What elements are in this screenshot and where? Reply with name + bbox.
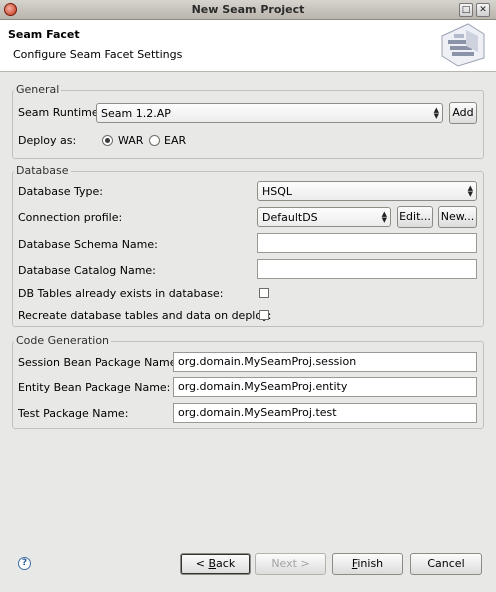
test-package-label: Test Package Name: [18, 407, 129, 420]
combo-arrows-icon: ▲ ▼ [433, 106, 439, 120]
session-package-input[interactable]: org.domain.MySeamProj.session [173, 352, 477, 372]
database-type-combo[interactable]: HSQL ▲ ▼ [257, 181, 477, 201]
tables-exist-checkbox[interactable] [259, 288, 269, 298]
deploy-as-label: Deploy as: [18, 134, 77, 147]
seam-runtime-combo[interactable]: Seam 1.2.AP ▲ ▼ [96, 103, 443, 123]
database-type-value: HSQL [262, 185, 293, 198]
help-icon[interactable]: ? [18, 557, 31, 570]
database-type-label: Database Type: [18, 185, 103, 198]
title-bar: New Seam Project □ ✕ [0, 0, 496, 20]
back-button[interactable]: < Back [180, 553, 251, 575]
war-radio[interactable] [102, 135, 113, 146]
wizard-header: Seam Facet Configure Seam Facet Settings [0, 20, 496, 72]
combo-arrows-icon: ▲ ▼ [467, 184, 473, 198]
add-runtime-button[interactable]: Add [449, 102, 477, 124]
recreate-tables-label: Recreate database tables and data on dep… [18, 309, 272, 322]
schema-name-input[interactable] [257, 233, 477, 253]
war-radio-label[interactable]: WAR [118, 134, 143, 147]
seam-runtime-value: Seam 1.2.AP [101, 107, 171, 120]
entity-package-label: Entity Bean Package Name: [18, 381, 171, 394]
test-package-input[interactable]: org.domain.MySeamProj.test [173, 403, 477, 423]
back-button-suffix: ack [216, 557, 236, 570]
entity-package-input[interactable]: org.domain.MySeamProj.entity [173, 377, 477, 397]
page-subtitle: Configure Seam Facet Settings [13, 48, 183, 61]
seam-runtime-label: Seam Runtime [18, 106, 99, 119]
next-button[interactable]: Next > [255, 553, 326, 575]
new-profile-button[interactable]: New... [438, 206, 477, 228]
finish-button-suffix: inish [357, 557, 384, 570]
general-group [12, 90, 484, 159]
tables-exist-label: DB Tables already exists in database: [18, 287, 224, 300]
maximize-button[interactable]: □ [459, 3, 473, 17]
back-button-mnemonic: B [208, 557, 217, 570]
back-button-prefix: < [195, 557, 209, 570]
page-title: Seam Facet [8, 28, 80, 41]
ear-radio[interactable] [149, 135, 160, 146]
connection-profile-combo[interactable]: DefaultDS ▲ ▼ [257, 207, 391, 227]
combo-arrows-icon: ▲ ▼ [381, 210, 387, 224]
general-group-label: General [14, 83, 62, 96]
ear-radio-label[interactable]: EAR [164, 134, 186, 147]
schema-name-label: Database Schema Name: [18, 238, 158, 251]
window-title: New Seam Project [191, 3, 305, 16]
session-package-label: Session Bean Package Name: [18, 356, 181, 369]
connection-profile-value: DefaultDS [262, 211, 318, 224]
code-generation-group-label: Code Generation [14, 334, 112, 347]
edit-profile-button[interactable]: Edit... [397, 206, 433, 228]
catalog-name-input[interactable] [257, 259, 477, 279]
cancel-button[interactable]: Cancel [410, 553, 482, 575]
catalog-name-label: Database Catalog Name: [18, 264, 156, 277]
database-group-label: Database [14, 164, 71, 177]
connection-profile-label: Connection profile: [18, 211, 123, 224]
seam-wizard-banner-icon [441, 23, 485, 67]
finish-button[interactable]: Finish [332, 553, 403, 575]
close-button[interactable]: ✕ [476, 3, 490, 17]
recreate-tables-checkbox[interactable] [259, 310, 269, 320]
